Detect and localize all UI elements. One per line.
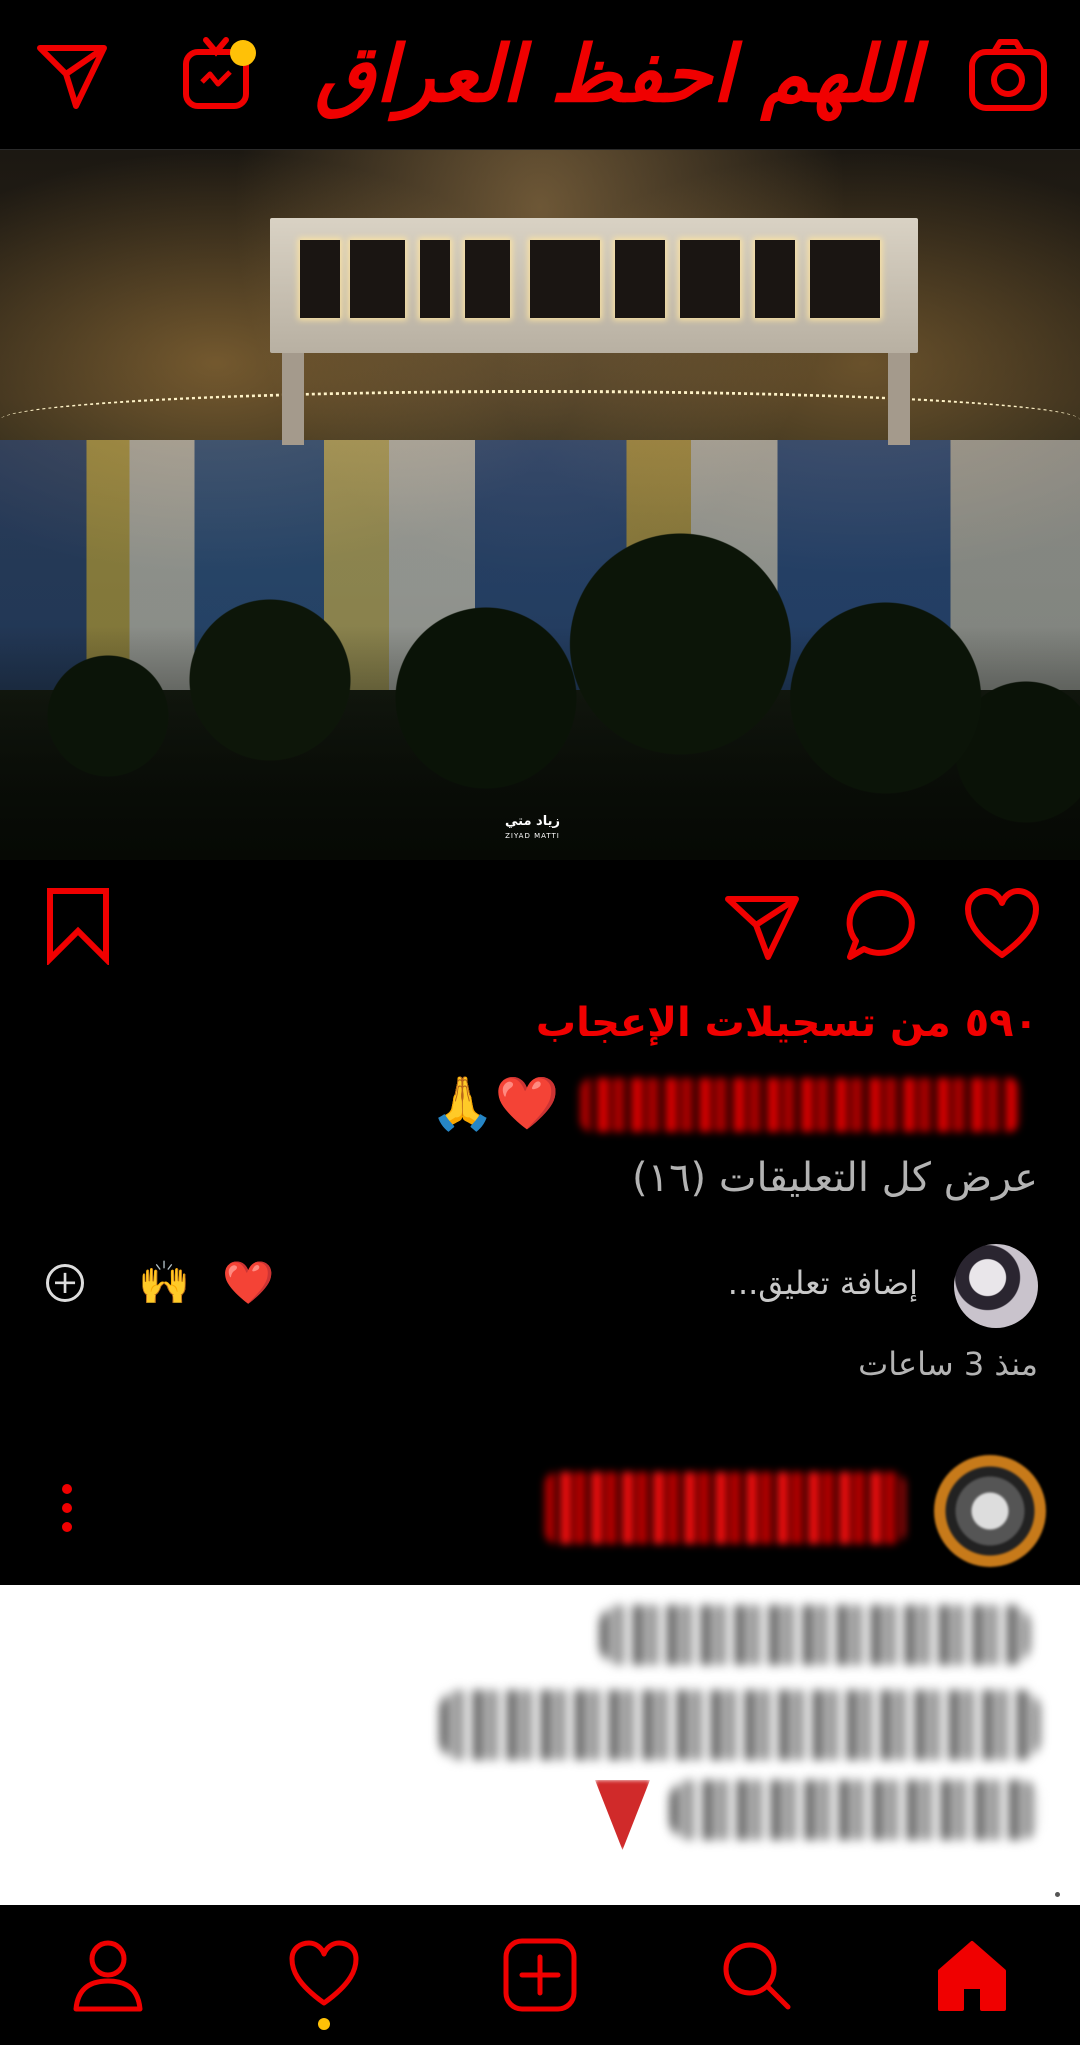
more-options-icon[interactable] <box>60 1484 74 1540</box>
quick-reaction-clap[interactable]: 🙌 <box>138 1258 190 1308</box>
dot <box>1055 1892 1060 1897</box>
activity-notification-dot <box>318 2018 330 2030</box>
quick-reaction-heart[interactable]: ❤️ <box>222 1258 274 1308</box>
send-icon[interactable] <box>722 885 802 965</box>
monument-pillar <box>888 350 910 445</box>
home-icon[interactable] <box>934 1937 1010 2013</box>
post-image[interactable]: زياد متي ZIYAD MATTI <box>0 150 1080 860</box>
caption-emoji: 🙏❤️ <box>430 1074 560 1134</box>
bookmark-icon[interactable] <box>38 885 118 965</box>
next-author-name-blurred[interactable] <box>545 1472 905 1544</box>
add-icon[interactable]: + <box>46 1264 84 1302</box>
activity-heart-icon[interactable] <box>286 1937 362 2013</box>
author-name-blurred <box>580 1078 1020 1132</box>
blurred-heart <box>595 1780 650 1850</box>
bottom-navigation <box>0 1905 1080 2045</box>
new-post-icon[interactable] <box>502 1937 578 2013</box>
blurred-text-line <box>670 1780 1040 1840</box>
post-caption[interactable]: 🙏❤️ <box>430 1070 1050 1140</box>
search-icon[interactable] <box>718 1937 794 2013</box>
app-logo-title: اللهم احفظ العراق <box>314 29 920 120</box>
post-actions <box>0 860 1080 990</box>
monument-pillar <box>282 350 304 445</box>
next-author-avatar[interactable] <box>934 1455 1046 1567</box>
next-post-image[interactable] <box>0 1585 1080 1905</box>
comment-icon[interactable] <box>842 885 922 965</box>
send-icon[interactable] <box>32 34 112 114</box>
profile-icon[interactable] <box>70 1937 146 2013</box>
camera-icon[interactable] <box>968 34 1048 114</box>
add-comment-row: + 🙌 ❤️ إضافة تعليق... <box>0 1240 1080 1330</box>
image-watermark: زياد متي ZIYAD MATTI <box>505 814 560 841</box>
palm-trees <box>0 500 1080 860</box>
notification-dot <box>230 40 256 66</box>
post-timestamp: منذ 3 ساعات <box>858 1345 1038 1383</box>
user-avatar <box>954 1244 1038 1328</box>
heart-icon[interactable] <box>962 885 1042 965</box>
top-bar: اللهم احفظ العراق <box>0 0 1080 150</box>
liberation-monument <box>270 218 918 353</box>
next-post-header <box>0 1440 1080 1580</box>
likes-count[interactable]: ٥٩٠ من تسجيلات الإعجاب <box>536 1000 1038 1046</box>
comment-input[interactable]: إضافة تعليق... <box>728 1264 918 1302</box>
blurred-text-line <box>440 1690 1040 1760</box>
blurred-text-line <box>600 1605 1030 1665</box>
view-all-comments[interactable]: عرض كل التعليقات (١٦) <box>632 1155 1038 1201</box>
